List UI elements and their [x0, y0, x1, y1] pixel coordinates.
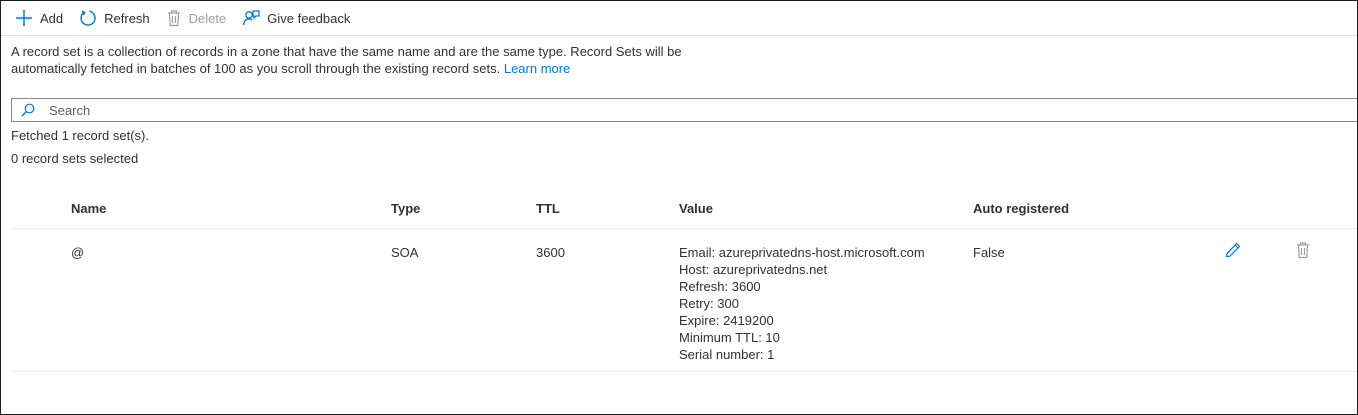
search-input[interactable]: [49, 102, 1299, 118]
plus-icon: [15, 9, 40, 27]
selected-count-text: 0 record sets selected: [11, 151, 139, 166]
pencil-icon: [1224, 241, 1242, 262]
value-line-minimum-ttl: Minimum TTL: 10: [679, 330, 780, 345]
search-box[interactable]: [11, 98, 1357, 122]
table-row[interactable]: @ SOA 3600 Email: azureprivatedns-host.m…: [11, 230, 1357, 372]
value-line-expire: Expire: 2419200: [679, 313, 774, 328]
refresh-icon: [79, 9, 104, 27]
record-sets-panel: Add Refresh Delete Give feedback A recor…: [0, 0, 1358, 415]
delete-button-label: Delete: [188, 10, 227, 26]
table-header: Name Type TTL Value Auto registered: [11, 191, 1357, 229]
value-line-refresh: Refresh: 3600: [679, 279, 761, 294]
give-feedback-button[interactable]: Give feedback: [242, 4, 350, 32]
value-line-serial-number: Serial number: 1: [679, 347, 775, 362]
value-line-host: Host: azureprivatedns.net: [679, 262, 828, 277]
description: A record set is a collection of records …: [11, 43, 691, 77]
cell-name: @: [71, 245, 85, 260]
column-header-value[interactable]: Value: [679, 201, 713, 216]
description-line-2: automatically fetched in batches of 100 …: [11, 60, 691, 77]
learn-more-link[interactable]: Learn more: [504, 61, 570, 76]
value-line-email: Email: azureprivatedns-host.microsoft.co…: [679, 245, 925, 260]
description-line-2-text: automatically fetched in batches of 100 …: [11, 61, 501, 76]
refresh-button-label: Refresh: [104, 10, 150, 26]
command-bar: Add Refresh Delete Give feedback: [1, 1, 1357, 36]
give-feedback-label: Give feedback: [267, 10, 351, 26]
add-button-label: Add: [40, 10, 64, 26]
fetched-count-text: Fetched 1 record set(s).: [11, 128, 149, 143]
refresh-button[interactable]: Refresh: [79, 4, 150, 32]
description-line-1: A record set is a collection of records …: [11, 44, 682, 59]
column-header-name[interactable]: Name: [71, 201, 106, 216]
search-icon: [21, 103, 49, 117]
delete-record-button[interactable]: [1293, 241, 1313, 261]
column-header-ttl[interactable]: TTL: [536, 201, 560, 216]
value-line-retry: Retry: 300: [679, 296, 739, 311]
cell-value: Email: azureprivatedns-host.microsoft.co…: [679, 244, 925, 363]
delete-button[interactable]: Delete: [166, 4, 227, 32]
trash-icon: [166, 9, 189, 27]
column-header-auto-registered[interactable]: Auto registered: [973, 201, 1069, 216]
cell-auto-registered: False: [973, 245, 1005, 260]
edit-record-button[interactable]: [1223, 241, 1243, 261]
add-button[interactable]: Add: [15, 4, 63, 32]
cell-ttl: 3600: [536, 245, 565, 260]
cell-type: SOA: [391, 245, 419, 260]
trash-icon: [1295, 241, 1311, 262]
column-header-type[interactable]: Type: [391, 201, 420, 216]
feedback-icon: [242, 9, 267, 27]
